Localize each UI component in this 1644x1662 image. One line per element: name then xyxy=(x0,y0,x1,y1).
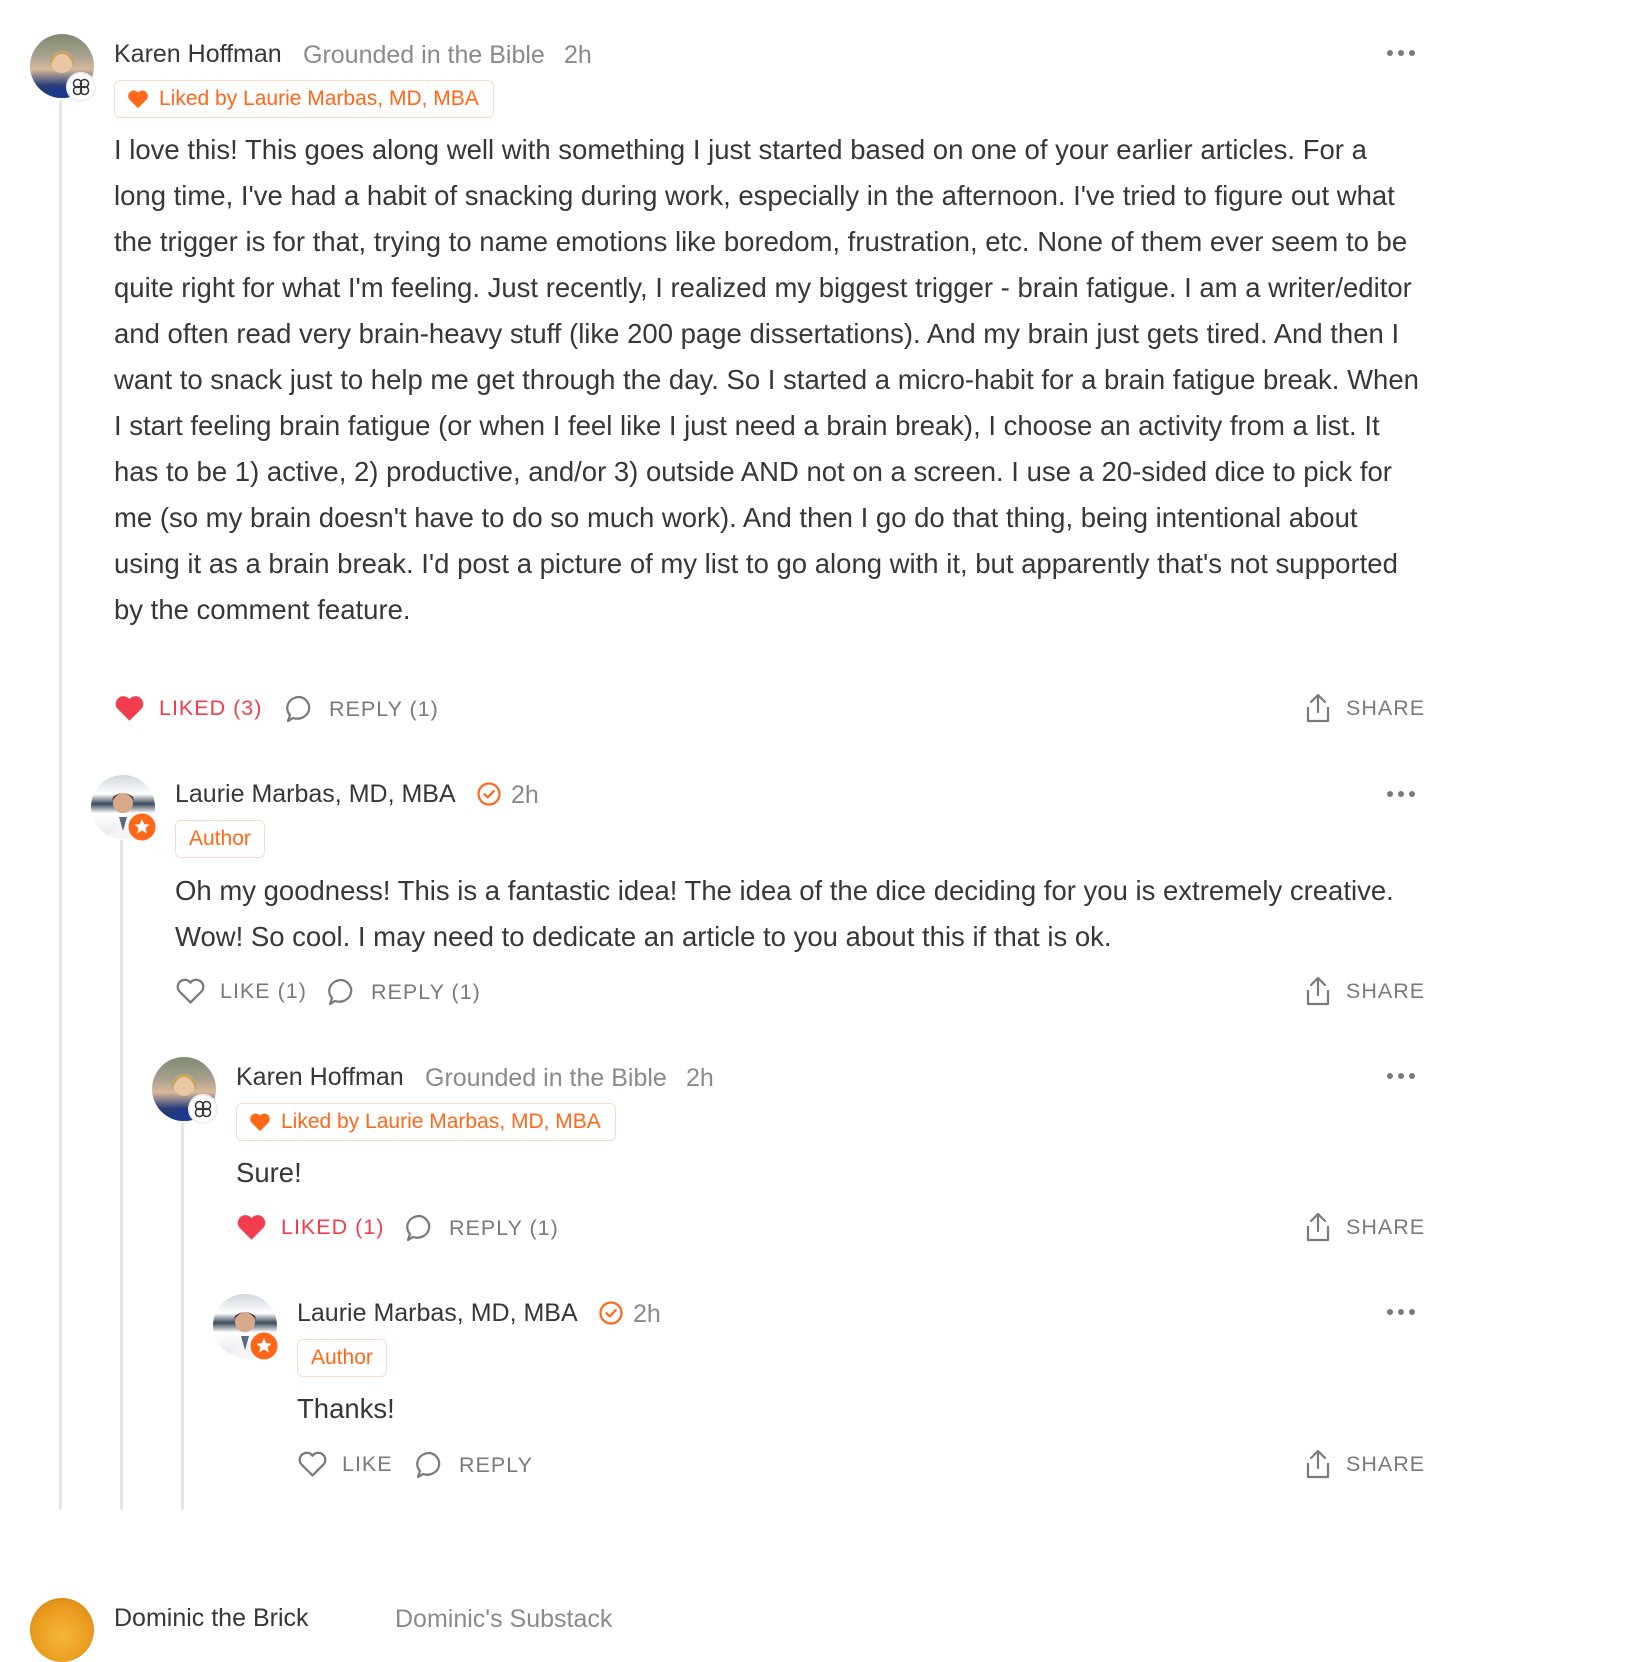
comment-body: Thanks! xyxy=(297,1393,395,1424)
reply-button[interactable]: REPLY xyxy=(415,1450,533,1480)
comment-author[interactable]: Laurie Marbas, MD, MBA xyxy=(175,780,456,809)
author-role-badge: Author xyxy=(175,820,265,858)
heart-icon xyxy=(250,1113,270,1132)
comment-time[interactable]: 2h xyxy=(564,41,592,70)
reply-label: REPLY (1) xyxy=(371,979,481,1004)
like-label: LIKED (3) xyxy=(159,695,263,720)
more-dots-icon[interactable] xyxy=(1386,1071,1416,1081)
liked-by-label: Liked by Laurie Marbas, MD, MBA xyxy=(281,1110,601,1133)
reply-label: REPLY (1) xyxy=(329,696,439,721)
comment-body: Oh my goodness! This is a fantastic idea… xyxy=(175,875,1394,952)
reply-button[interactable]: REPLY (1) xyxy=(405,1213,559,1243)
share-label: SHARE xyxy=(1346,1214,1426,1239)
thread-line-3 xyxy=(181,1123,184,1510)
comment-author[interactable]: Dominic the Brick xyxy=(114,1604,309,1633)
avatar-next-commenter[interactable] xyxy=(30,1598,94,1662)
like-button[interactable]: LIKED (1) xyxy=(236,1213,384,1241)
liked-by-author-badge: Liked by Laurie Marbas, MD, MBA xyxy=(236,1103,616,1141)
thread-line-2 xyxy=(120,840,123,1510)
share-icon xyxy=(1306,693,1330,723)
comment-time[interactable]: 2h xyxy=(686,1064,714,1093)
verified-check-icon xyxy=(599,1301,623,1325)
heart-icon xyxy=(128,90,148,109)
author-role-badge: Author xyxy=(297,1339,387,1377)
subscriber-badge-icon xyxy=(66,72,96,102)
comment-body: I love this! This goes along well with s… xyxy=(114,134,1419,625)
liked-by-author-badge: Liked by Laurie Marbas, MD, MBA xyxy=(114,80,494,118)
comment-bubble-icon xyxy=(328,978,353,1006)
comment-author[interactable]: Laurie Marbas, MD, MBA xyxy=(297,1299,578,1328)
comment-author[interactable]: Karen Hoffman xyxy=(114,40,282,69)
reply-button[interactable]: REPLY (1) xyxy=(327,977,481,1007)
author-publication[interactable]: Dominic's Substack xyxy=(395,1605,612,1634)
like-label: LIKED (1) xyxy=(281,1214,385,1239)
share-icon xyxy=(1306,1449,1330,1479)
comment-bubble-icon xyxy=(406,1214,431,1242)
more-dots-icon[interactable] xyxy=(1386,789,1416,799)
heart-icon xyxy=(298,1451,327,1477)
author-publication[interactable]: Grounded in the Bible xyxy=(303,41,545,70)
share-button[interactable]: SHARE xyxy=(1304,1211,1425,1243)
comment-time[interactable]: 2h xyxy=(633,1300,661,1329)
reply-label: REPLY xyxy=(459,1452,533,1477)
like-label: LIKE (1) xyxy=(220,978,307,1003)
heart-icon xyxy=(176,978,205,1004)
star-badge-icon xyxy=(248,1330,280,1362)
more-dots-icon[interactable] xyxy=(1386,1307,1416,1317)
share-label: SHARE xyxy=(1346,695,1426,720)
reply-button[interactable]: REPLY (1) xyxy=(285,694,439,724)
star-badge-icon xyxy=(126,811,158,843)
comment-time[interactable]: 2h xyxy=(511,781,539,810)
author-publication[interactable]: Grounded in the Bible xyxy=(425,1064,667,1093)
reply-label: REPLY (1) xyxy=(449,1215,559,1240)
comment-body: Sure! xyxy=(236,1157,302,1188)
subscriber-badge-icon xyxy=(188,1094,218,1124)
share-icon xyxy=(1306,1212,1330,1242)
comment-bubble-icon xyxy=(286,695,311,723)
share-button[interactable]: SHARE xyxy=(1304,692,1425,724)
more-dots-icon[interactable] xyxy=(1386,48,1416,58)
thread-line-1 xyxy=(59,100,62,1510)
like-button[interactable]: LIKE (1) xyxy=(175,977,307,1005)
share-button[interactable]: SHARE xyxy=(1304,1448,1425,1480)
like-button[interactable]: LIKED (3) xyxy=(114,694,262,722)
like-button[interactable]: LIKE xyxy=(297,1450,393,1478)
heart-icon xyxy=(115,696,144,721)
share-button[interactable]: SHARE xyxy=(1304,975,1425,1007)
like-label: LIKE xyxy=(342,1451,393,1476)
verified-check-icon xyxy=(477,782,501,806)
share-label: SHARE xyxy=(1346,978,1426,1003)
comment-bubble-icon xyxy=(416,1451,441,1479)
heart-icon xyxy=(237,1215,266,1240)
share-icon xyxy=(1306,976,1330,1006)
comment-author[interactable]: Karen Hoffman xyxy=(236,1063,404,1092)
share-label: SHARE xyxy=(1346,1451,1426,1476)
liked-by-label: Liked by Laurie Marbas, MD, MBA xyxy=(159,87,479,110)
